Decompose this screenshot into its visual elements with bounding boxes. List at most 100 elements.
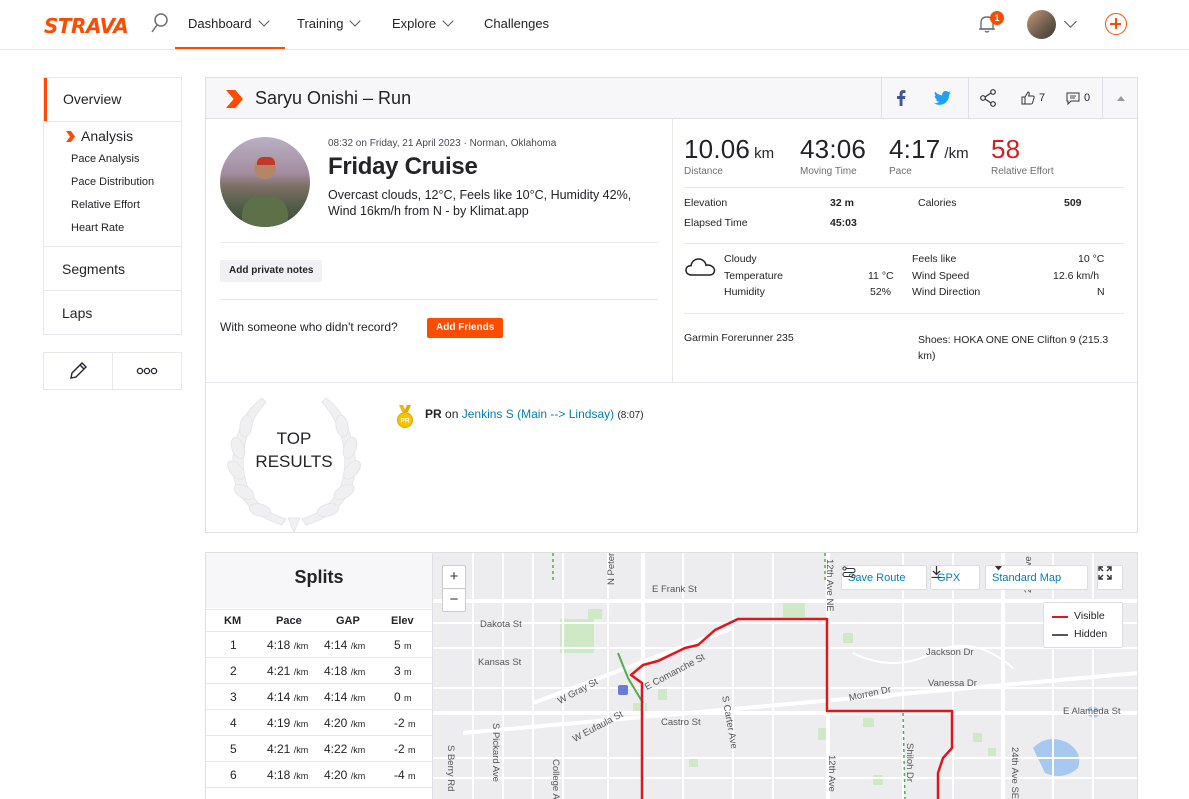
sidebar-item-label: Analysis [81, 128, 134, 144]
humidity-value: 52% [870, 286, 892, 298]
elevation-label: Elevation [684, 197, 728, 209]
nav-explore[interactable]: Explore [392, 15, 454, 31]
map-label-jackson-dr: Jackson Dr [926, 647, 974, 658]
active-tab-indicator [175, 47, 285, 49]
split-pace: 4:21 /km [267, 664, 308, 678]
stat-distance: 10.06 km Distance [684, 134, 774, 177]
split-gap-unit: /km [350, 693, 366, 703]
share-button[interactable] [968, 78, 1006, 118]
temperature-value: 11 °C [868, 270, 894, 282]
kudos-button[interactable]: 7 [1013, 78, 1053, 118]
twitter-share-button[interactable] [922, 78, 962, 118]
split-pace: 4:14 /km [267, 690, 308, 704]
download-icon [931, 566, 942, 578]
comment-button[interactable]: 0 [1058, 78, 1098, 118]
sidebar-item-overview[interactable]: Overview [44, 78, 181, 121]
split-pace-unit: /km [293, 667, 309, 677]
split-gap: 4:18 /km [324, 664, 365, 678]
route-map[interactable]: E Frank St N Peters Dakota St Kansas St … [433, 552, 1138, 799]
athlete-photo-shirt [242, 195, 288, 227]
divider [220, 299, 658, 300]
segment-link[interactable]: Jenkins S (Main --> Lindsay) [462, 407, 614, 421]
sidebar-item-pace-distribution[interactable]: Pace Distribution [44, 171, 181, 194]
add-private-notes-button[interactable]: Add private notes [220, 260, 323, 282]
activity-sidebar: Overview Analysis Pace Analysis Pace Dis… [43, 77, 182, 390]
top-results-label: TOP RESULTS [255, 429, 333, 471]
sidebar-item-segments[interactable]: Segments [44, 246, 181, 290]
split-km: 2 [230, 664, 237, 678]
pace-unit: /km [944, 145, 969, 162]
split-gap-value: 4:18 [324, 664, 348, 678]
stat-relative-effort[interactable]: 58 Relative Effort [991, 134, 1054, 177]
splits-header-km: KM [224, 615, 242, 627]
calories-label: Calories [918, 197, 957, 209]
map-label-college-ave: College Ave [550, 759, 561, 799]
wind-direction-value: N [1097, 286, 1105, 298]
nav-training[interactable]: Training [297, 15, 362, 31]
calories-value: 509 [1064, 197, 1082, 209]
map-label-dakota-st: Dakota St [480, 619, 522, 630]
search-icon[interactable] [151, 12, 169, 34]
sidebar-item-pace-analysis[interactable]: Pace Analysis [44, 148, 181, 171]
pr-medal-icon: PR [397, 405, 413, 428]
map-label-e-alameda-st: E Alameda St [1063, 706, 1121, 717]
add-friends-button[interactable]: Add Friends [427, 318, 504, 338]
sidebar-item-analysis[interactable]: Analysis [44, 122, 181, 148]
splits-header-row: KM Pace GAP Elev [206, 609, 432, 632]
avatar[interactable] [1027, 10, 1056, 39]
edit-button[interactable] [44, 353, 113, 389]
split-gap: 4:14 /km [324, 690, 365, 704]
legend-visible-label: Visible [1074, 610, 1105, 622]
facebook-share-button[interactable] [881, 78, 919, 118]
legend-visible-swatch [1052, 616, 1068, 618]
fullscreen-button[interactable] [1097, 565, 1123, 590]
chevron-down-icon[interactable] [1064, 15, 1077, 28]
split-gap-value: 4:20 [324, 768, 348, 782]
activity-header: Saryu Onishi – Run 7 0 [206, 78, 1137, 119]
device-name: Garmin Forerunner 235 [684, 332, 794, 344]
activity-description: Overcast clouds, 12°C, Feels like 10°C, … [328, 188, 632, 218]
more-options-button[interactable] [113, 353, 181, 389]
distance-label: Distance [684, 166, 723, 177]
strava-logo[interactable]: STRAVA [44, 14, 129, 38]
map-label-e-frank-st: E Frank St [652, 584, 697, 595]
splits-title: Splits [206, 553, 432, 608]
zoom-in-button[interactable]: + [443, 566, 465, 589]
chevron-down-icon [349, 15, 362, 27]
pace-value: 4:17 [889, 134, 941, 164]
split-pace-unit: /km [293, 719, 309, 729]
map-label-shiloh-dr: Shiloh Dr [904, 743, 915, 783]
map-type-select[interactable]: Standard Map [985, 565, 1088, 590]
split-pace-unit: /km [293, 693, 309, 703]
nav-dashboard[interactable]: Dashboard [188, 15, 270, 31]
sidebar-item-laps[interactable]: Laps [44, 290, 181, 334]
sidebar-item-relative-effort[interactable]: Relative Effort [44, 194, 181, 217]
zoom-out-button[interactable]: − [443, 589, 465, 612]
collapse-button[interactable] [1102, 78, 1138, 118]
split-gap-unit: /km [350, 771, 366, 781]
sidebar-item-label: Laps [62, 305, 93, 321]
sidebar-item-label: Segments [62, 261, 126, 277]
split-km: 1 [230, 638, 237, 652]
splits-panel: Splits KM Pace GAP Elev 1 4:18 /km 4:14 /k… [205, 552, 433, 799]
split-row: 1 4:18 /km 4:14 /km 5 m [206, 632, 432, 658]
save-route-button[interactable]: Save Route [841, 565, 927, 590]
split-gap: 4:20 /km [324, 716, 365, 730]
sidebar-item-heart-rate[interactable]: Heart Rate [44, 217, 181, 240]
split-pace-value: 4:21 [267, 664, 291, 678]
split-pace-value: 4:19 [267, 716, 291, 730]
split-gap-value: 4:22 [324, 742, 348, 756]
split-elev-value: -2 [394, 742, 405, 756]
nav-challenges[interactable]: Challenges [484, 16, 549, 31]
split-pace-unit: /km [293, 641, 309, 651]
split-gap-unit: /km [350, 641, 366, 651]
athlete-photo[interactable] [220, 137, 310, 227]
split-gap-unit: /km [350, 667, 366, 677]
gpx-export-button[interactable]: GPX [930, 565, 980, 590]
with-someone-text: With someone who didn't record? [220, 320, 398, 334]
add-activity-icon[interactable] [1105, 13, 1127, 35]
sidebar-menu: Overview Analysis Pace Analysis Pace Dis… [43, 77, 182, 335]
shoes-info[interactable]: Shoes: HOKA ONE ONE Clifton 9 (215.3 km) [918, 332, 1118, 364]
zoom-controls: + − [442, 565, 466, 612]
split-row: 2 4:21 /km 4:18 /km 3 m [206, 658, 432, 684]
